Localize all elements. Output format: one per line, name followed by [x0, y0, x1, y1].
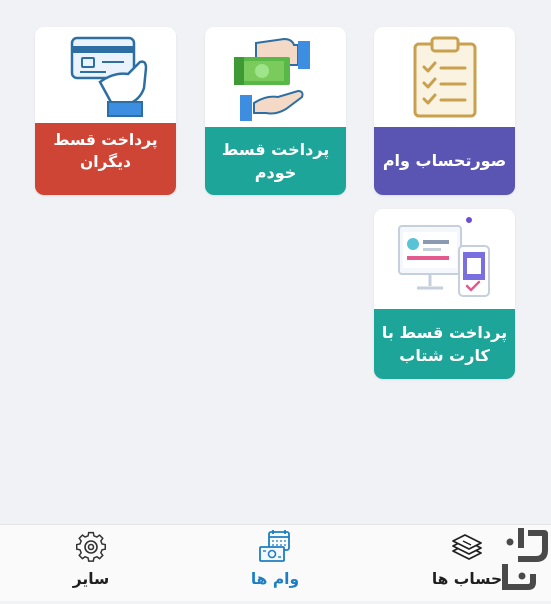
loan-statement-label: صورتحساب وام [374, 127, 515, 195]
pay-my-installment-card[interactable]: پرداخت قسط خودم [205, 27, 346, 195]
clipboard-checklist-icon [374, 27, 515, 127]
loan-statement-card[interactable]: صورتحساب وام [374, 27, 515, 195]
app-logo-icon [492, 516, 551, 600]
nav-other[interactable]: سایر [36, 525, 146, 601]
bottom-nav: حساب ها وام ها سایر [0, 524, 551, 601]
nav-loans[interactable]: وام ها [220, 525, 330, 601]
pay-with-shetab-card[interactable]: پرداخت قسط با کارت شتاب [374, 209, 515, 379]
loan-services-screen: { "cards": [ {"label": "صورتحساب وام", "… [0, 0, 551, 601]
stacked-cash-icon [449, 529, 485, 569]
pay-others-installment-label: پرداخت قسط دیگران [35, 123, 176, 195]
pay-others-installment-card[interactable]: پرداخت قسط دیگران [35, 27, 176, 195]
pay-with-shetab-label: پرداخت قسط با کارت شتاب [374, 309, 515, 379]
gear-icon [73, 529, 109, 569]
card-payment-icon [35, 27, 176, 123]
nav-other-label: سایر [72, 570, 110, 588]
pay-my-installment-label: پرداخت قسط خودم [205, 127, 346, 195]
devices-card-icon [374, 209, 515, 309]
nav-loans-label: وام ها [250, 570, 300, 588]
money-hand-icon [205, 27, 346, 127]
loan-calendar-icon [257, 529, 293, 569]
